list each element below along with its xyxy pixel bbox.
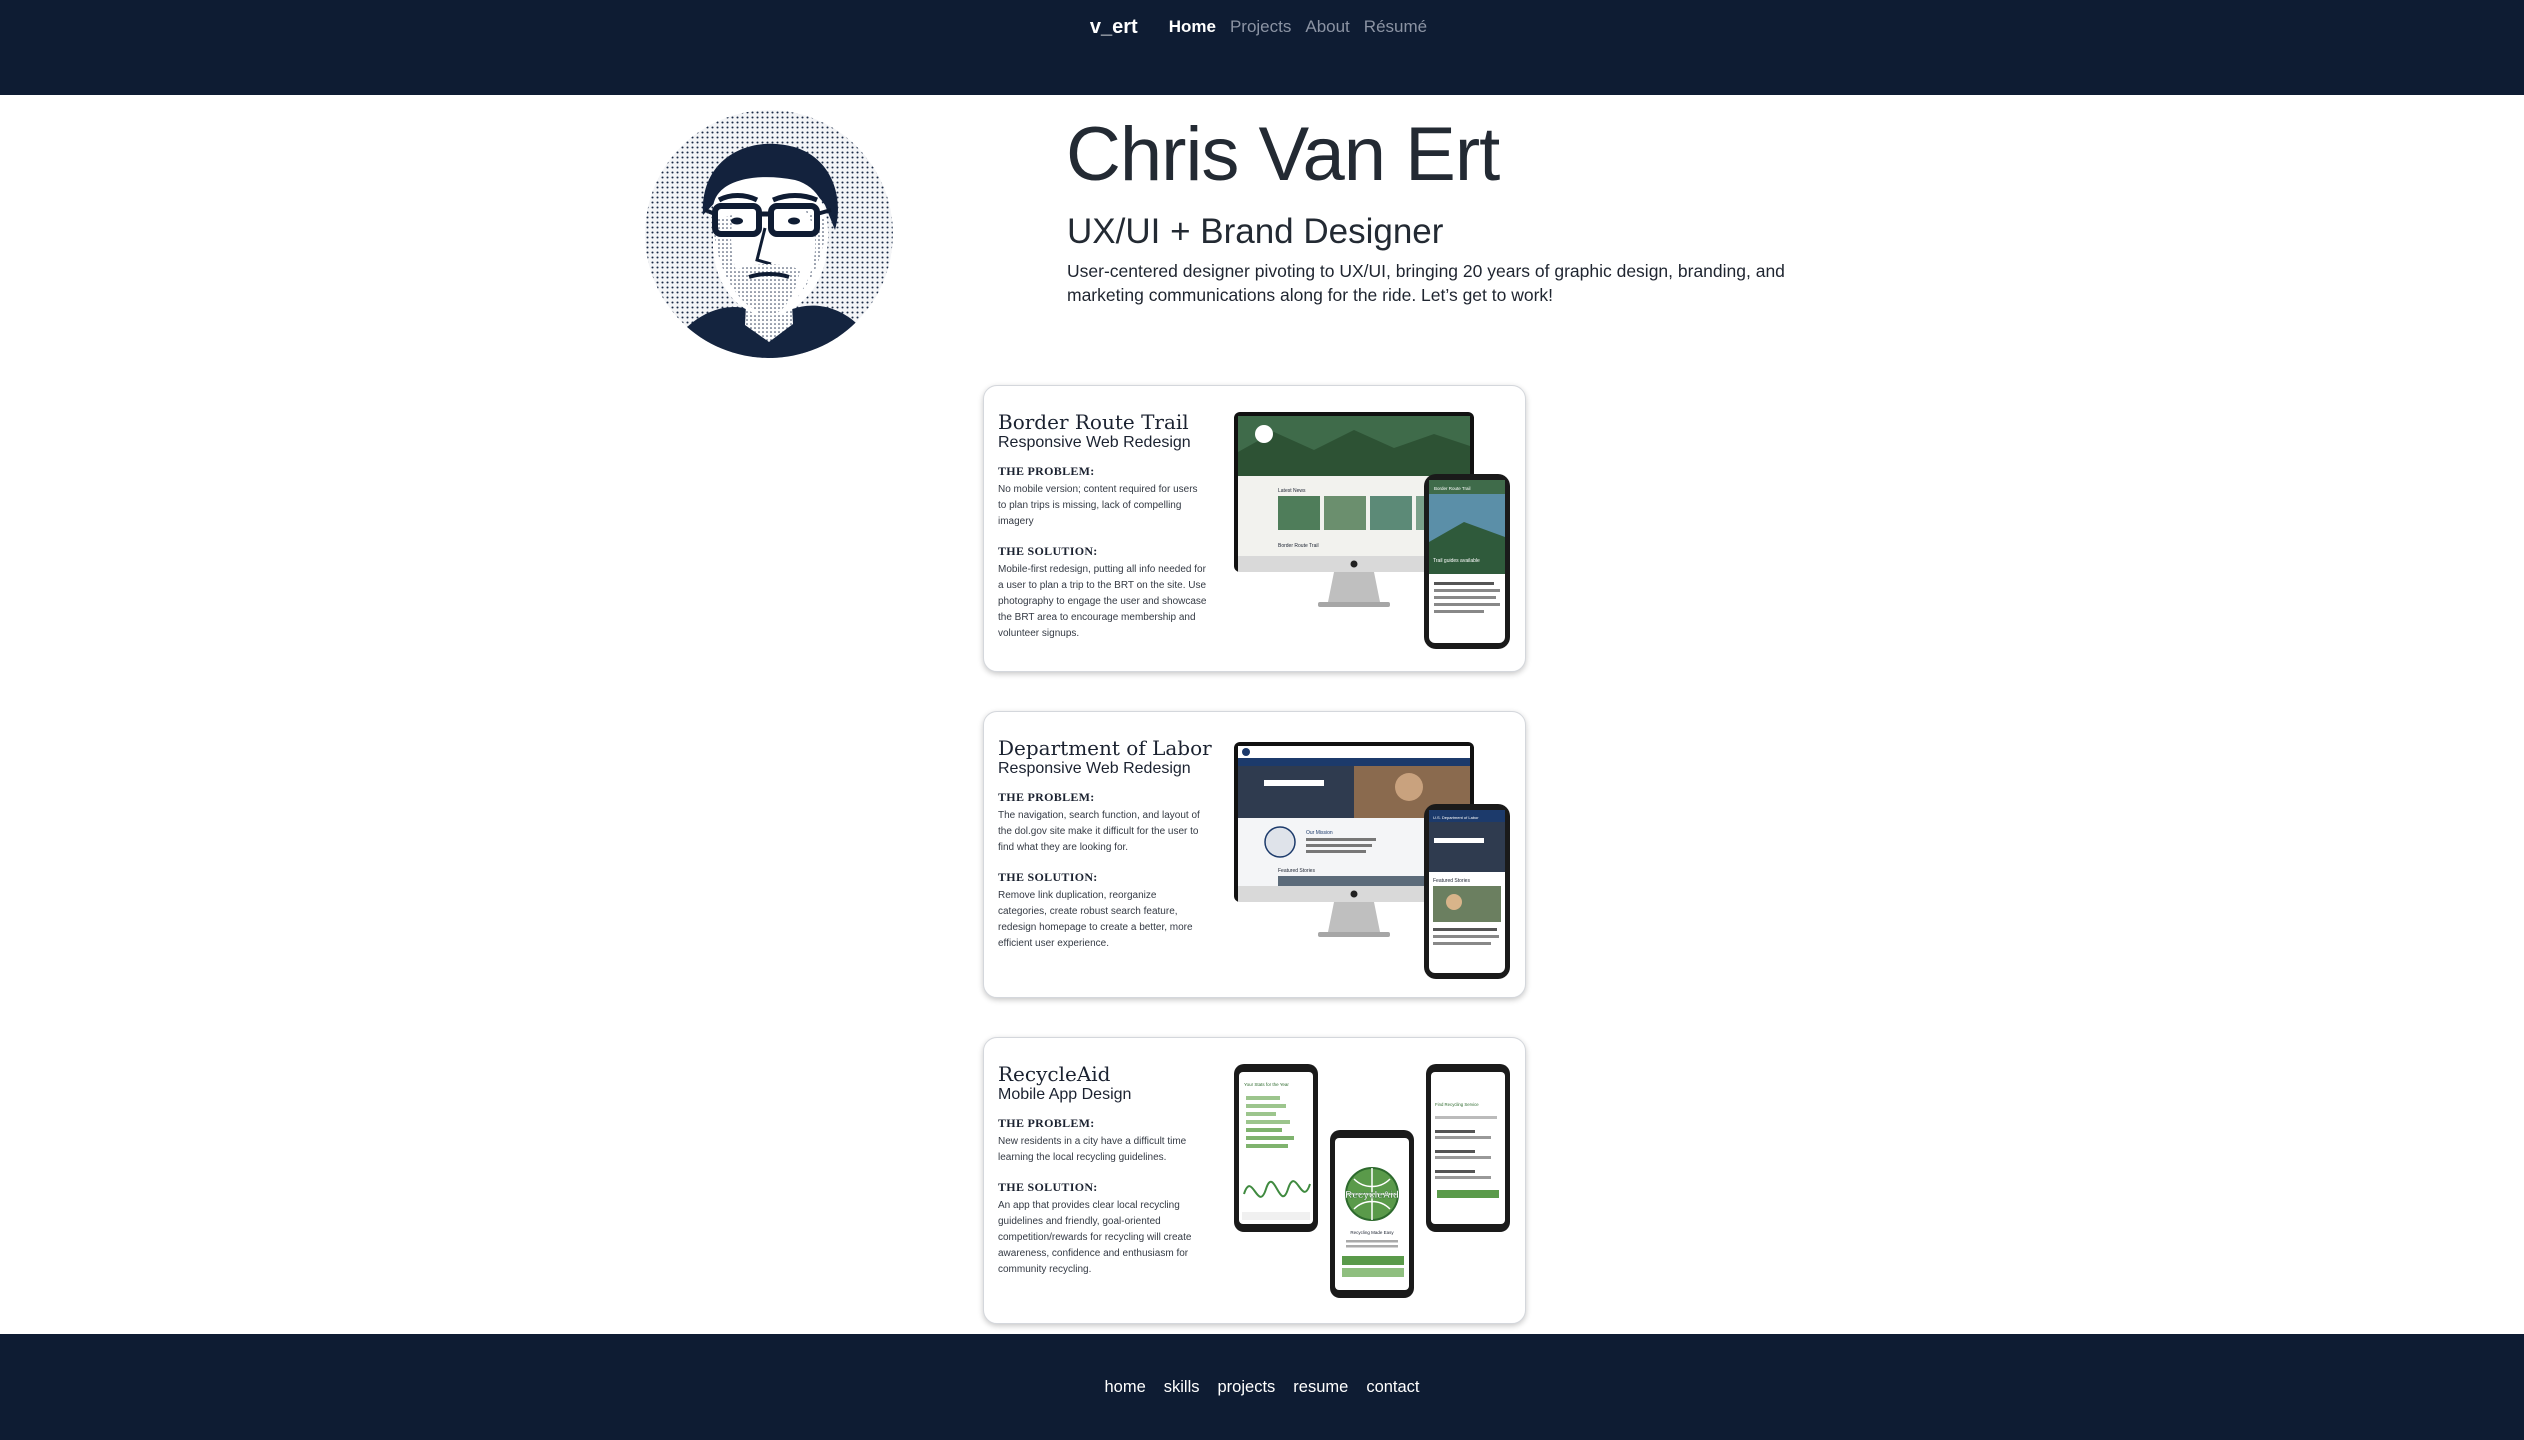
project-subtitle: Responsive Web Redesign (998, 434, 1191, 451)
footer-link-projects[interactable]: projects (1218, 1378, 1276, 1397)
problem-block: THE PROBLEM: No mobile version; content … (998, 464, 1208, 530)
brt-device-mockup: Latest News Border Route Trail Border Ro… (1234, 412, 1510, 649)
footer-link-skills[interactable]: skills (1164, 1378, 1200, 1397)
hero-name: Chris Van Ert (1066, 112, 1500, 197)
solution-block: THE SOLUTION: Mobile-first redesign, put… (998, 544, 1208, 642)
mock-desktop-heading: Our Mission (1306, 830, 1333, 836)
mock-desktop-footer: Featured Stories (1278, 868, 1315, 874)
solution-block: THE SOLUTION: Remove link duplication, r… (998, 870, 1208, 952)
project-card-border-route-trail[interactable]: Border Route Trail Responsive Web Redesi… (983, 385, 1526, 672)
brand-logo[interactable]: v_ert (1090, 14, 1138, 39)
hero-description: User-centered designer pivoting to UX/UI… (1067, 261, 1785, 305)
mock-left-title: Your Stats for the Year (1244, 1082, 1289, 1087)
problem-label: THE PROBLEM: (998, 790, 1095, 804)
mock-phone-header: Border Route Trail (1434, 486, 1471, 491)
recycleaid-phone-mockups: Your Stats for the Year Find Recycling S… (1234, 1064, 1510, 1298)
project-subtitle: Mobile App Design (998, 1086, 1132, 1103)
footer-nav: home skills projects resume contact (0, 1378, 2524, 1397)
nav-link-resume[interactable]: Résumé (1364, 17, 1427, 37)
problem-block: THE PROBLEM: The navigation, search func… (998, 790, 1208, 856)
top-navbar: v_ert Home Projects About Résumé (0, 0, 2524, 95)
solution-label: THE SOLUTION: (998, 1180, 1098, 1194)
project-title: Border Route Trail (998, 410, 1189, 434)
problem-text: No mobile version; content required for … (998, 484, 1198, 527)
mock-center-caption: Recycling Made Easy (1350, 1230, 1394, 1235)
solution-block: THE SOLUTION: An app that provides clear… (998, 1180, 1208, 1278)
hero-role: UX/UI + Brand Designer (1067, 212, 1444, 251)
problem-text: New residents in a city have a difficult… (998, 1136, 1187, 1163)
problem-text: The navigation, search function, and lay… (998, 810, 1200, 853)
problem-label: THE PROBLEM: (998, 464, 1095, 478)
solution-text: Remove link duplication, reorganize cate… (998, 890, 1193, 949)
solution-label: THE SOLUTION: (998, 544, 1098, 558)
project-title: RecycleAid (998, 1062, 1111, 1086)
project-card-department-of-labor[interactable]: Department of Labor Responsive Web Redes… (983, 711, 1526, 998)
mock-center-logo: RecycleAid (1345, 1190, 1399, 1201)
footer-link-home[interactable]: home (1104, 1378, 1145, 1397)
nav-link-about[interactable]: About (1305, 17, 1349, 37)
solution-label: THE SOLUTION: (998, 870, 1098, 884)
nav-bar-inner: v_ert Home Projects About Résumé (0, 14, 2524, 39)
site-footer: home skills projects resume contact (0, 1334, 2524, 1440)
portrait-illustration (645, 110, 893, 358)
footer-link-resume[interactable]: resume (1293, 1378, 1348, 1397)
mock-phone-banner: Featured Stories (1433, 878, 1470, 884)
mock-desktop-footer: Border Route Trail (1278, 543, 1319, 549)
mock-desktop-heading: Latest News (1278, 488, 1306, 494)
mock-phone-header: U.S. Department of Labor (1433, 815, 1479, 820)
footer-link-contact[interactable]: contact (1366, 1378, 1419, 1397)
project-title: Department of Labor (998, 736, 1212, 760)
mock-right-title: Find Recycling Service (1435, 1102, 1479, 1107)
nav-link-projects[interactable]: Projects (1230, 17, 1291, 37)
project-card-recycleaid[interactable]: RecycleAid Mobile App Design THE PROBLEM… (983, 1037, 1526, 1324)
project-subtitle: Responsive Web Redesign (998, 760, 1191, 777)
dol-device-mockup: Our Mission Featured Stories U.S. Depart… (1234, 742, 1510, 979)
mock-phone-banner: Trail guides available (1433, 558, 1480, 564)
solution-text: An app that provides clear local recycli… (998, 1200, 1192, 1275)
solution-text: Mobile-first redesign, putting all info … (998, 564, 1207, 639)
nav-link-home[interactable]: Home (1169, 17, 1216, 37)
profile-portrait (645, 110, 893, 358)
problem-block: THE PROBLEM: New residents in a city hav… (998, 1116, 1208, 1166)
problem-label: THE PROBLEM: (998, 1116, 1095, 1130)
